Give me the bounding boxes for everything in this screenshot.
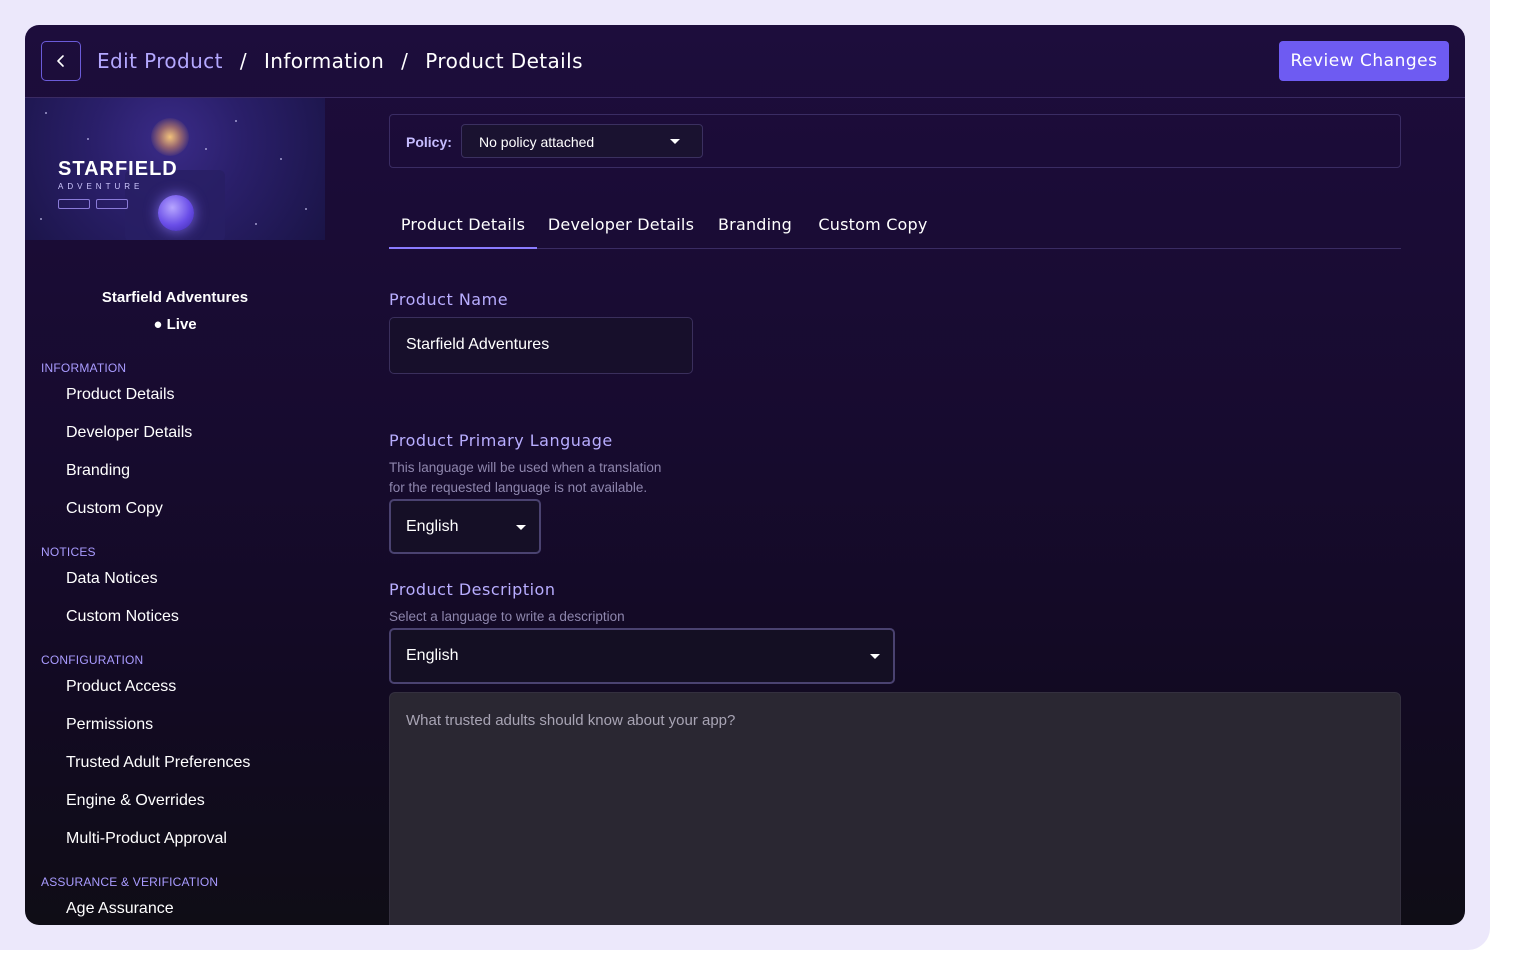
primary-language-helper: This language will be used when a transl… bbox=[389, 458, 661, 498]
primary-language-label: Product Primary Language bbox=[389, 431, 613, 450]
product-thumbnail: STARFIELD ADVENTURE bbox=[25, 98, 325, 240]
thumbnail-subtitle: ADVENTURE bbox=[58, 182, 144, 191]
sidebar-section-configuration: CONFIGURATION bbox=[41, 653, 144, 667]
tab-developer-details[interactable]: Developer Details bbox=[537, 208, 705, 249]
primary-language-select[interactable]: English bbox=[389, 499, 541, 554]
review-changes-button[interactable]: Review Changes bbox=[1279, 41, 1449, 81]
breadcrumb-edit-product[interactable]: Edit Product bbox=[97, 49, 223, 73]
policy-select[interactable]: No policy attached bbox=[461, 124, 703, 158]
sidebar-item-age-assurance[interactable]: Age Assurance bbox=[66, 898, 174, 920]
sidebar-item-data-notices[interactable]: Data Notices bbox=[66, 568, 158, 590]
helper-line: This language will be used when a transl… bbox=[389, 460, 662, 475]
description-language-select[interactable]: English bbox=[389, 628, 895, 684]
back-button[interactable] bbox=[41, 41, 81, 81]
breadcrumb-separator: / bbox=[239, 49, 247, 73]
sidebar-item-multi-product-approval[interactable]: Multi-Product Approval bbox=[66, 828, 227, 850]
thumbnail-title: STARFIELD bbox=[58, 158, 178, 180]
product-description-label: Product Description bbox=[389, 580, 556, 599]
product-description-helper: Select a language to write a description bbox=[389, 609, 625, 624]
tab-product-details[interactable]: Product Details bbox=[389, 208, 537, 249]
caret-down-icon bbox=[870, 654, 880, 659]
sidebar-item-product-access[interactable]: Product Access bbox=[66, 676, 176, 698]
sidebar-item-custom-notices[interactable]: Custom Notices bbox=[66, 606, 179, 628]
sidebar-section-notices: NOTICES bbox=[41, 545, 96, 559]
helper-line: for the requested language is not availa… bbox=[389, 480, 648, 495]
planet-graphic bbox=[158, 195, 194, 231]
sun-glow bbox=[151, 118, 189, 156]
sidebar-item-engine-overrides[interactable]: Engine & Overrides bbox=[66, 790, 205, 812]
description-textarea[interactable]: What trusted adults should know about yo… bbox=[389, 692, 1401, 925]
sidebar-item-product-details[interactable]: Product Details bbox=[66, 384, 175, 406]
sidebar-section-information: INFORMATION bbox=[41, 361, 127, 375]
tab-branding[interactable]: Branding bbox=[705, 208, 805, 249]
sidebar-item-permissions[interactable]: Permissions bbox=[66, 714, 153, 736]
product-name-input[interactable]: Starfield Adventures bbox=[389, 317, 693, 374]
tab-custom-copy[interactable]: Custom Copy bbox=[805, 208, 941, 249]
caret-down-icon bbox=[670, 139, 680, 144]
sidebar-product-name: Starfield Adventures bbox=[101, 289, 249, 306]
caret-down-icon bbox=[516, 525, 526, 530]
description-placeholder: What trusted adults should know about yo… bbox=[406, 712, 736, 729]
sidebar-section-assurance: ASSURANCE & VERIFICATION bbox=[41, 875, 219, 889]
description-language-value: English bbox=[406, 647, 459, 664]
sidebar-item-custom-copy[interactable]: Custom Copy bbox=[66, 498, 163, 520]
thumbnail-button bbox=[58, 199, 90, 209]
sidebar-item-developer-details[interactable]: Developer Details bbox=[66, 422, 192, 444]
status-text: Live bbox=[166, 316, 197, 333]
app-window: Edit Product / Information / Product Det… bbox=[25, 25, 1465, 925]
policy-bar: Policy: No policy attached bbox=[389, 114, 1401, 168]
sidebar-item-trusted-adult-preferences[interactable]: Trusted Adult Preferences bbox=[66, 752, 250, 774]
status-badge: ● Live bbox=[25, 316, 325, 333]
thumbnail-button bbox=[96, 199, 128, 209]
product-name-label: Product Name bbox=[389, 290, 509, 309]
breadcrumb: Edit Product / Information / Product Det… bbox=[97, 47, 583, 75]
breadcrumb-separator: / bbox=[401, 49, 409, 73]
sidebar-item-branding[interactable]: Branding bbox=[66, 460, 130, 482]
status-dot-icon: ● bbox=[153, 316, 163, 333]
breadcrumb-information[interactable]: Information bbox=[264, 49, 384, 73]
policy-select-value: No policy attached bbox=[479, 134, 595, 150]
policy-label: Policy: bbox=[406, 134, 452, 150]
breadcrumb-product-details: Product Details bbox=[425, 49, 583, 73]
header: Edit Product / Information / Product Det… bbox=[25, 25, 1465, 98]
chevron-left-icon bbox=[57, 55, 64, 67]
product-name-value: Starfield Adventures bbox=[406, 336, 550, 353]
tab-bar: Product Details Developer Details Brandi… bbox=[389, 208, 1401, 249]
primary-language-value: English bbox=[406, 518, 459, 535]
